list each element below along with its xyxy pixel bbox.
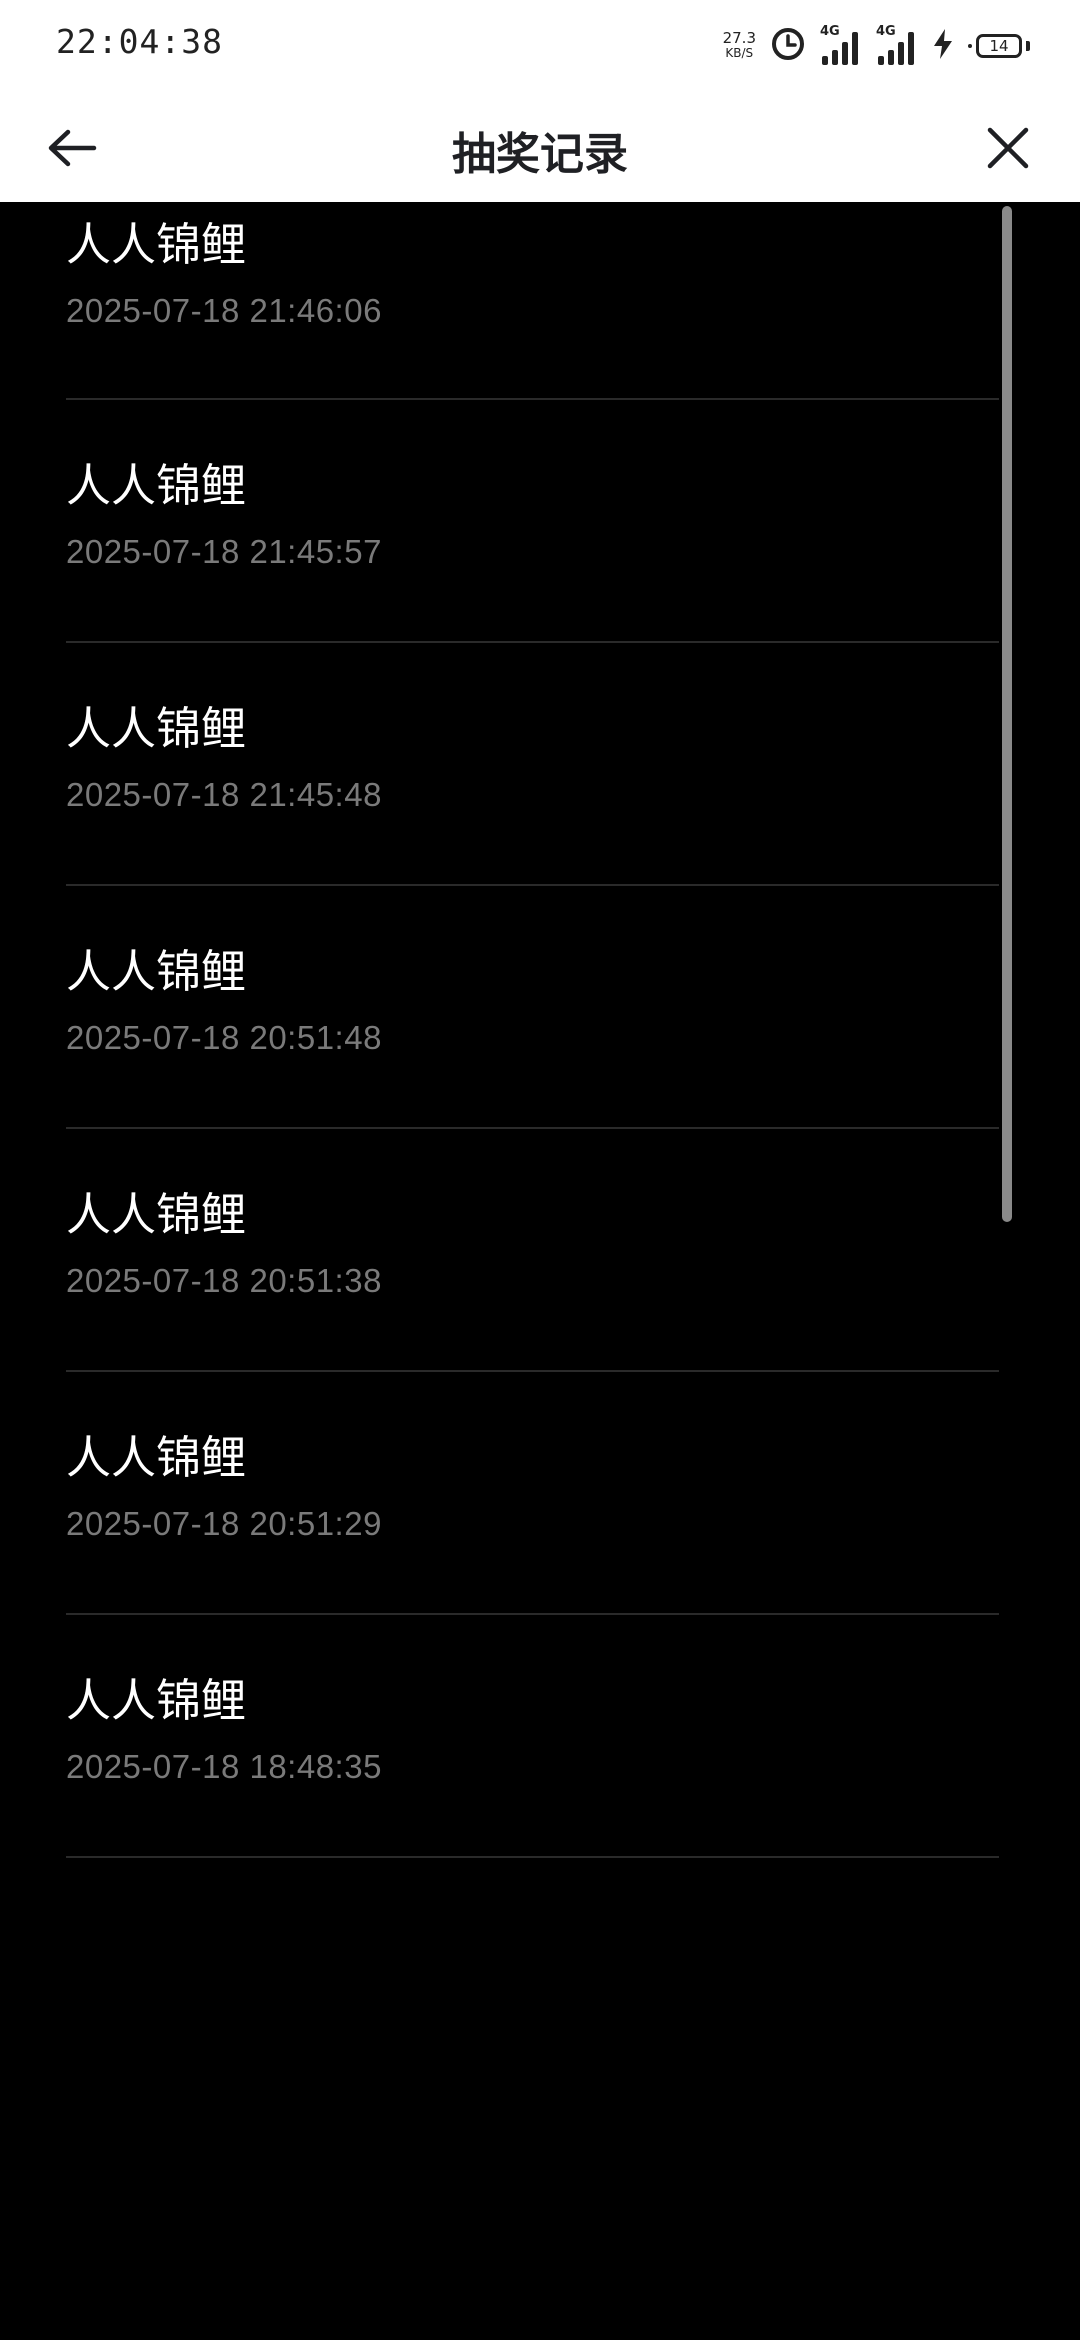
signal-bars-icon (822, 32, 858, 65)
status-icons: 27.3 KB/S 4G 4G 14 (723, 24, 1030, 68)
record-time: 2025-07-18 21:45:57 (66, 533, 382, 570)
list-item[interactable]: 人人锦鲤 2025-07-18 18:48:35 (66, 1615, 999, 1858)
signal-bars-icon (878, 32, 914, 65)
network-speed-unit: KB/S (725, 46, 754, 60)
record-title: 人人锦鲤 (66, 459, 247, 512)
record-list[interactable]: 人人锦鲤 2025-07-18 21:46:06 人人锦鲤 2025-07-18… (0, 202, 1080, 2340)
signal-4g-2: 4G (876, 24, 918, 66)
list-item[interactable]: 人人锦鲤 2025-07-18 21:46:06 (66, 202, 999, 400)
battery: 14 (968, 34, 1030, 58)
list-item[interactable]: 人人锦鲤 2025-07-18 20:51:48 (66, 886, 999, 1129)
list-item[interactable]: 人人锦鲤 2025-07-18 21:45:57 (66, 400, 999, 643)
battery-level: 14 (976, 34, 1022, 58)
record-title: 人人锦鲤 (66, 945, 247, 998)
close-button[interactable] (972, 112, 1044, 184)
signal-4g-1: 4G (820, 24, 862, 66)
record-title: 人人锦鲤 (66, 218, 247, 271)
network-speed: 27.3 KB/S (723, 31, 756, 61)
record-title: 人人锦鲤 (66, 1188, 247, 1241)
close-icon (987, 127, 1029, 169)
alarm-clock-icon (770, 26, 806, 66)
list-item[interactable]: 人人锦鲤 2025-07-18 20:51:29 (66, 1372, 999, 1615)
record-time: 2025-07-18 21:45:48 (66, 776, 382, 813)
title-bar: 抽奖记录 (0, 92, 1080, 202)
record-title: 人人锦鲤 (66, 1674, 247, 1727)
record-time: 2025-07-18 20:51:38 (66, 1262, 382, 1299)
status-time: 22:04:38 (56, 22, 223, 61)
battery-tip (1026, 41, 1030, 51)
battery-dot-icon (968, 44, 972, 48)
record-time: 2025-07-18 20:51:29 (66, 1505, 382, 1542)
page-title: 抽奖记录 (452, 129, 628, 180)
list-item[interactable]: 人人锦鲤 2025-07-18 20:51:38 (66, 1129, 999, 1372)
record-title: 人人锦鲤 (66, 702, 247, 755)
record-time: 2025-07-18 18:48:35 (66, 1748, 382, 1785)
list-item[interactable]: 人人锦鲤 2025-07-18 21:45:48 (66, 643, 999, 886)
lightning-icon (932, 28, 954, 64)
network-speed-value: 27.3 (722, 29, 756, 47)
screen: 22:04:38 27.3 KB/S 4G 4G 14 抽奖记录 人人锦鲤 20… (0, 0, 1080, 2340)
record-time: 2025-07-18 20:51:48 (66, 1019, 382, 1056)
record-time: 2025-07-18 21:46:06 (66, 292, 382, 329)
status-bar: 22:04:38 27.3 KB/S 4G 4G 14 (0, 0, 1080, 92)
scrollbar[interactable] (1002, 206, 1012, 1222)
record-title: 人人锦鲤 (66, 1431, 247, 1484)
